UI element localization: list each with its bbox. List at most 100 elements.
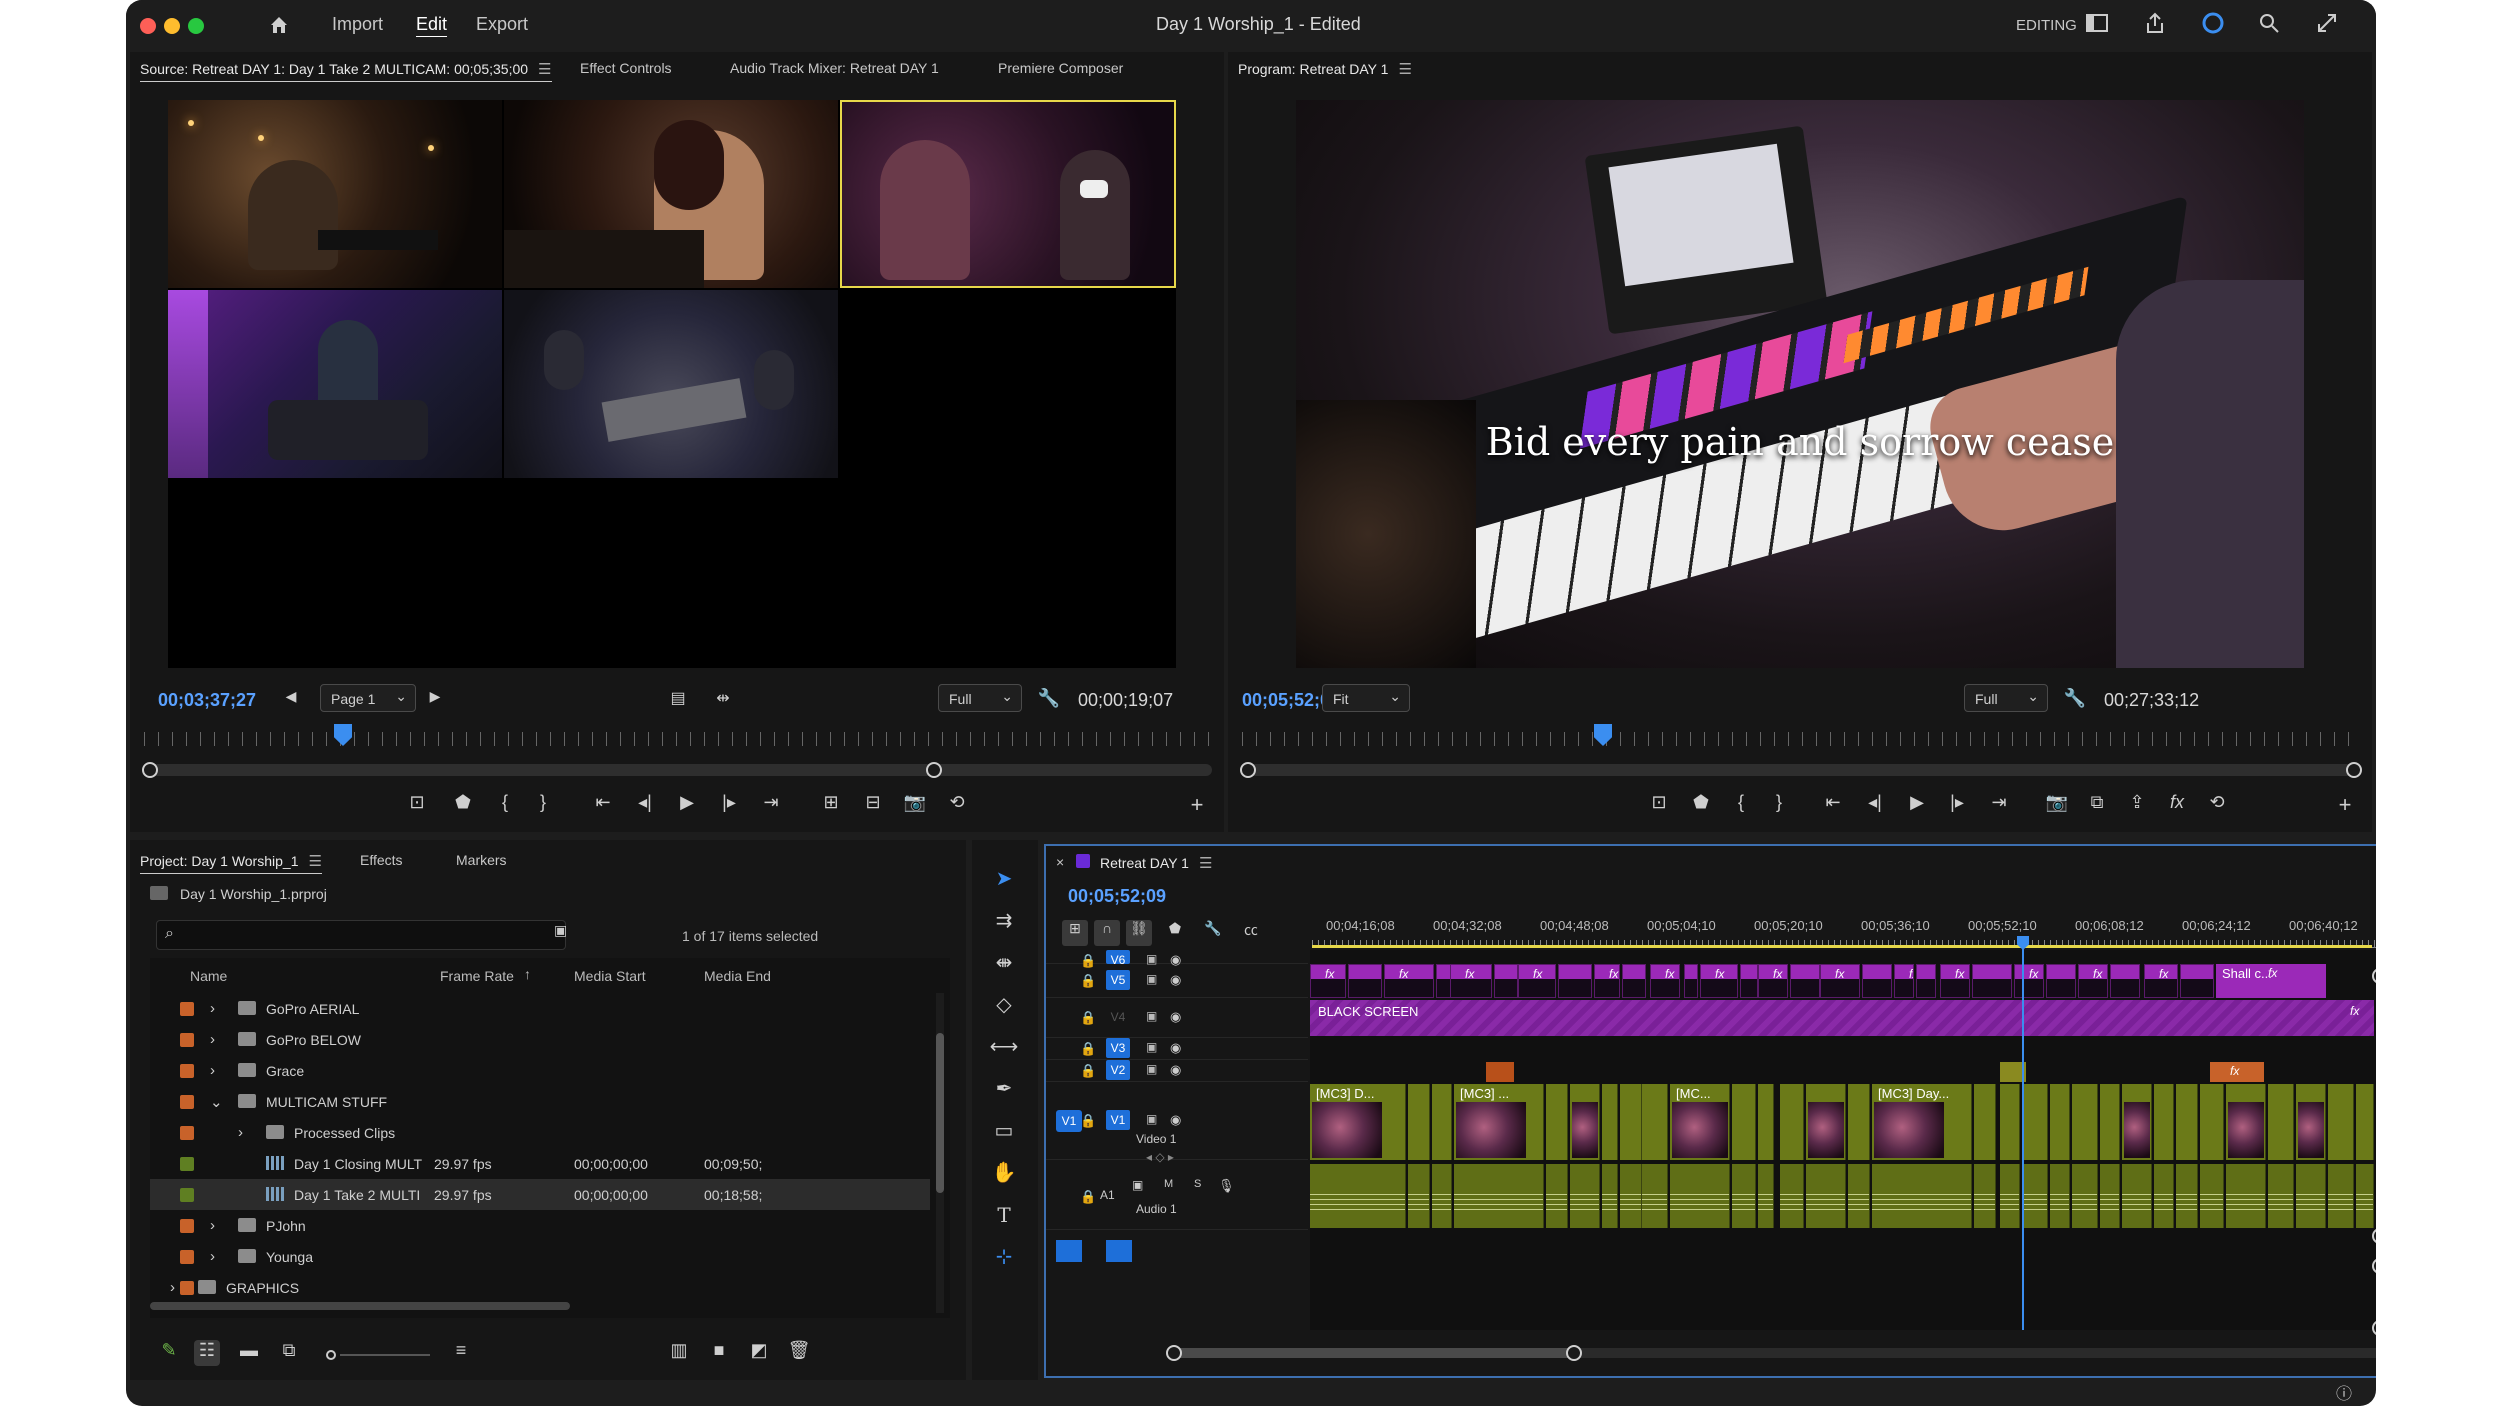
- expand-toggle-icon[interactable]: ›: [210, 1000, 215, 1017]
- v1-clip[interactable]: [2356, 1084, 2374, 1160]
- ripple-edit-tool-icon[interactable]: ⇼: [982, 944, 1026, 982]
- v1-clip[interactable]: [1432, 1084, 1452, 1160]
- timeline-ruler-labels[interactable]: 00;04;16;08 00;04;32;08 00;04;48;08 00;05;0…: [1312, 918, 2376, 938]
- v1-clip[interactable]: [2226, 1084, 2266, 1160]
- freeform-view-icon[interactable]: ⧉: [276, 1340, 302, 1366]
- step-back-icon[interactable]: ◂|: [632, 792, 658, 818]
- automate-to-sequence-icon[interactable]: ▥: [666, 1340, 692, 1366]
- source-quality-select[interactable]: Full ⌄: [938, 684, 1022, 712]
- track-select-tool-icon[interactable]: ⇉: [982, 902, 1026, 940]
- track-header-a1[interactable]: 🔒 A1 ▣ M S 🎙 Audio 1: [1046, 1164, 1308, 1230]
- minimize-window-button[interactable]: [164, 18, 180, 34]
- project-hscrollbar[interactable]: [150, 1302, 570, 1310]
- v1-clip[interactable]: [1408, 1084, 1430, 1160]
- track-output-icon[interactable]: ▣: [1132, 1178, 1143, 1192]
- project-row[interactable]: › PJohn: [150, 1210, 930, 1241]
- a1-clip[interactable]: [2200, 1164, 2224, 1228]
- info-icon[interactable]: ⓘ: [2336, 1380, 2352, 1404]
- add-marker-icon[interactable]: ⬟: [1688, 792, 1714, 818]
- wrench-icon[interactable]: 🔧: [1036, 688, 1062, 714]
- comparison-view-icon[interactable]: ⧉: [2084, 792, 2110, 818]
- project-row[interactable]: › GRAPHICS: [150, 1272, 930, 1303]
- tab-premiere-composer[interactable]: Premiere Composer: [998, 60, 1123, 76]
- eye-icon[interactable]: ◉: [1170, 1040, 1181, 1056]
- step-forward-icon[interactable]: |▸: [716, 792, 742, 818]
- add-marker-icon[interactable]: ⬟: [450, 792, 476, 818]
- toggle-sync-lock-icon[interactable]: ▣: [1146, 1062, 1157, 1076]
- track-header-v1[interactable]: V1 🔒 V1 ▣ ◉ Video 1 ◂ ◇ ▸: [1046, 1082, 1308, 1164]
- v2-clip[interactable]: fx: [2210, 1062, 2264, 1082]
- a1-clip[interactable]: [1570, 1164, 1600, 1228]
- camera-icon[interactable]: 📷: [2044, 792, 2070, 818]
- linked-selection-icon[interactable]: ⛓: [1126, 920, 1152, 946]
- a1-clip[interactable]: [2356, 1164, 2374, 1228]
- multicam-angle-3-active[interactable]: [840, 100, 1176, 288]
- close-tab-icon[interactable]: ×: [1056, 854, 1064, 870]
- hand-tool-icon[interactable]: ✋: [982, 1154, 1026, 1192]
- v1-clip[interactable]: [MC...: [1670, 1084, 1730, 1160]
- lock-icon[interactable]: 🔒: [1080, 973, 1096, 989]
- track-header-v4[interactable]: 🔒 V4 ▣ ◉: [1046, 998, 1308, 1038]
- label-color-swatch[interactable]: [180, 1064, 194, 1078]
- a1-clip[interactable]: [2226, 1164, 2266, 1228]
- pen-tool-icon[interactable]: ✒: [982, 1070, 1026, 1108]
- label-color-swatch[interactable]: [180, 1281, 194, 1295]
- v5-clip[interactable]: fx: [2014, 964, 2044, 998]
- v5-clip-end[interactable]: [2286, 964, 2326, 998]
- v5-clip[interactable]: fx: [1700, 964, 1738, 998]
- source-patch-v1[interactable]: V1: [1056, 1110, 1082, 1132]
- v1-clip[interactable]: [1848, 1084, 1870, 1160]
- track-target-v4[interactable]: V4: [1106, 1007, 1130, 1027]
- workspaces-panel-icon[interactable]: [2084, 10, 2110, 36]
- v5-clip[interactable]: [1740, 964, 1758, 998]
- camera-icon[interactable]: 📷: [902, 792, 928, 818]
- track-target-v6[interactable]: V6: [1106, 950, 1130, 967]
- eye-icon[interactable]: ◉: [1170, 1062, 1181, 1078]
- v5-clip[interactable]: fx: [1820, 964, 1860, 998]
- project-row[interactable]: › GoPro BELOW: [150, 1024, 930, 1055]
- v5-clip[interactable]: [1972, 964, 2012, 998]
- sort-ascending-icon[interactable]: ↑: [524, 966, 531, 982]
- expand-toggle-icon[interactable]: ›: [210, 1248, 215, 1265]
- zoom-window-button[interactable]: [188, 18, 204, 34]
- project-row[interactable]: › Younga: [150, 1241, 930, 1272]
- a1-clip[interactable]: [2176, 1164, 2198, 1228]
- multicam-angle-4[interactable]: [168, 290, 502, 478]
- program-zoom-bar[interactable]: [1242, 764, 2354, 776]
- v5-clip[interactable]: fx: [2144, 964, 2178, 998]
- zoom-slider-track[interactable]: [340, 1354, 430, 1356]
- label-color-swatch[interactable]: [180, 1157, 194, 1171]
- v5-clip[interactable]: fx: [1940, 964, 1970, 998]
- tab-project[interactable]: Project: Day 1 Worship_1 ☰: [140, 852, 322, 874]
- v1-clip[interactable]: [1780, 1084, 1804, 1160]
- share-icon[interactable]: [2142, 10, 2168, 36]
- track-header-v6[interactable]: 🔒 V6 ▣ ◉: [1046, 950, 1308, 968]
- mark-in-icon[interactable]: {: [1728, 792, 1754, 818]
- toggle-sync-lock-icon[interactable]: ▣: [1146, 1112, 1157, 1126]
- v5-clip[interactable]: fx: [1758, 964, 1788, 998]
- eye-icon[interactable]: ◉: [1170, 1112, 1181, 1128]
- audio-follows-video-icon[interactable]: ⇹: [710, 688, 736, 714]
- toggle-sync-lock-icon[interactable]: ▣: [1146, 1040, 1157, 1054]
- close-window-button[interactable]: [140, 18, 156, 34]
- panel-menu-icon[interactable]: ☰: [1398, 61, 1411, 78]
- menu-edit[interactable]: Edit: [416, 14, 447, 35]
- source-time-ruler[interactable]: [144, 732, 1212, 746]
- v5-clip[interactable]: [1494, 964, 1518, 998]
- panel-menu-icon[interactable]: ☰: [1199, 855, 1212, 872]
- source-video-frame[interactable]: [168, 100, 1176, 668]
- page-select[interactable]: Page 1 ⌄: [320, 684, 416, 712]
- v5-clip[interactable]: fx: [1650, 964, 1680, 998]
- v1-clip[interactable]: [MC3] Day...: [1872, 1084, 1972, 1160]
- menu-export[interactable]: Export: [476, 14, 528, 35]
- caption-tool-icon[interactable]: ⊹: [982, 1238, 1026, 1276]
- expand-toggle-icon[interactable]: ›: [170, 1279, 175, 1296]
- expand-toggle-icon[interactable]: ⌄: [210, 1093, 223, 1111]
- slip-tool-icon[interactable]: ⟷: [982, 1028, 1026, 1066]
- project-row[interactable]: Day 1 Take 2 MULTI 29.97 fps 00;00;00;00 00…: [150, 1179, 930, 1210]
- program-fit-select[interactable]: Fit ⌄: [1322, 684, 1410, 712]
- multicam-angle-5[interactable]: [504, 290, 838, 478]
- zoom-slider-handle[interactable]: [326, 1350, 336, 1360]
- snap-icon[interactable]: ∩: [1094, 920, 1120, 946]
- expand-toggle-icon[interactable]: ›: [210, 1217, 215, 1234]
